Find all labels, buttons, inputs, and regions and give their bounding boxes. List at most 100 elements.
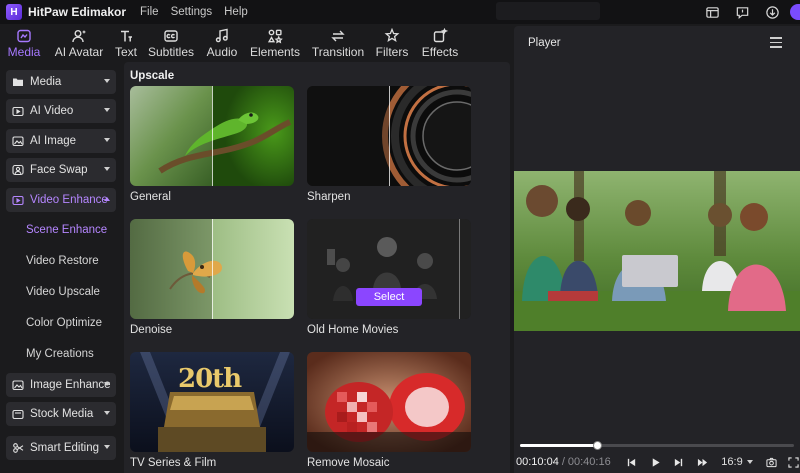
card-tv-series-film[interactable]: 20th TV Series & Film bbox=[130, 352, 294, 469]
card-label: General bbox=[130, 191, 171, 203]
card-label: Sharpen bbox=[307, 191, 351, 203]
ai-image-icon bbox=[11, 134, 25, 148]
app-title: HitPaw Edimakor bbox=[28, 5, 127, 19]
video-enhance-icon bbox=[11, 193, 25, 207]
tab-ai-avatar[interactable]: AI Avatar bbox=[48, 24, 110, 62]
folder-icon bbox=[11, 75, 25, 89]
chevron-up-icon bbox=[104, 197, 110, 201]
main-toolbar: Media AI Avatar Text Subtitles Audio Ele… bbox=[0, 24, 512, 62]
avatar-icon bbox=[72, 30, 86, 43]
card-denoise[interactable]: Denoise bbox=[130, 219, 294, 336]
player-panel: Player 00:10:04 / 00:40:16 16:9 bbox=[514, 26, 800, 473]
tab-subtitles[interactable]: Subtitles bbox=[142, 24, 200, 62]
card-label: TV Series & Film bbox=[130, 457, 217, 469]
enhance-panel: Upscale General Sharpen Denoise Select O… bbox=[124, 62, 510, 473]
card-label: Old Home Movies bbox=[307, 324, 399, 336]
play-icon[interactable] bbox=[648, 455, 662, 469]
sidebar-sub-scene-enhance[interactable]: Scene Enhance bbox=[26, 224, 107, 236]
total-time: 00:40:16 bbox=[567, 456, 611, 468]
sidebar-item-smart-editing[interactable]: Smart Editing bbox=[6, 436, 116, 460]
tab-elements[interactable]: Elements bbox=[244, 24, 306, 62]
fast-forward-icon[interactable] bbox=[696, 455, 710, 469]
chevron-down-icon bbox=[104, 411, 110, 415]
player-controls: 00:10:04 / 00:40:16 16:9 bbox=[514, 454, 800, 470]
hamburger-menu-icon[interactable] bbox=[770, 37, 782, 48]
card-label: Remove Mosaic bbox=[307, 457, 390, 469]
card-thumbnail bbox=[307, 352, 471, 452]
progress-fill bbox=[520, 444, 597, 447]
sidebar-sub-my-creations[interactable]: My Creations bbox=[26, 348, 94, 360]
feedback-icon[interactable] bbox=[730, 0, 754, 24]
download-icon[interactable] bbox=[760, 0, 784, 24]
time-separator: / bbox=[561, 456, 565, 468]
sidebar-item-media[interactable]: Media bbox=[6, 70, 116, 94]
text-icon bbox=[121, 30, 132, 42]
current-time: 00:10:04 bbox=[516, 456, 559, 468]
chevron-down-icon bbox=[104, 79, 110, 83]
player-title: Player bbox=[528, 37, 561, 49]
video-preview[interactable] bbox=[514, 171, 800, 331]
effects-icon bbox=[433, 28, 448, 43]
sidebar-item-ai-video[interactable]: AI Video bbox=[6, 99, 116, 123]
audio-icon bbox=[215, 28, 228, 43]
chevron-down-icon bbox=[104, 382, 110, 386]
card-general[interactable]: General bbox=[130, 86, 294, 203]
menu-settings[interactable]: Settings bbox=[171, 6, 213, 18]
card-sharpen[interactable]: Sharpen bbox=[307, 86, 471, 203]
smart-editing-icon bbox=[11, 441, 25, 455]
progress-handle[interactable] bbox=[592, 441, 602, 450]
media-icon bbox=[17, 29, 31, 43]
chevron-down-icon bbox=[104, 167, 110, 171]
sidebar-item-image-enhance[interactable]: Image Enhance bbox=[6, 373, 116, 397]
layout-icon[interactable] bbox=[700, 0, 724, 24]
sidebar-item-stock-media[interactable]: Stock Media bbox=[6, 402, 116, 426]
sidebar-sub-color-optimize[interactable]: Color Optimize bbox=[26, 317, 102, 329]
next-frame-icon[interactable] bbox=[672, 455, 686, 469]
subtitles-icon bbox=[164, 30, 178, 42]
thumbnail-text: 20th bbox=[178, 364, 242, 394]
tab-text[interactable]: Text bbox=[110, 24, 142, 62]
transition-icon bbox=[331, 30, 345, 42]
ai-video-icon bbox=[11, 104, 25, 118]
chevron-down-icon[interactable] bbox=[746, 460, 753, 464]
sidebar: Media AI Video AI Image Face Swap Video … bbox=[0, 62, 122, 473]
app-logo-icon: H bbox=[6, 4, 22, 20]
screenshot-icon[interactable] bbox=[765, 455, 779, 469]
sidebar-item-face-swap[interactable]: Face Swap bbox=[6, 158, 116, 182]
card-thumbnail bbox=[307, 86, 471, 186]
stock-media-icon bbox=[11, 407, 25, 421]
face-swap-icon bbox=[11, 163, 25, 177]
sidebar-item-video-enhance[interactable]: Video Enhance bbox=[6, 188, 116, 212]
card-label: Denoise bbox=[130, 324, 173, 336]
title-search-box[interactable] bbox=[496, 2, 600, 20]
title-bar: H HitPaw Edimakor File Settings Help bbox=[0, 0, 800, 24]
chevron-down-icon bbox=[104, 108, 110, 112]
sidebar-item-ai-image[interactable]: AI Image bbox=[6, 129, 116, 153]
tab-effects[interactable]: Effects bbox=[414, 24, 466, 62]
tab-media[interactable]: Media bbox=[0, 24, 48, 62]
tab-transition[interactable]: Transition bbox=[306, 24, 370, 62]
user-avatar[interactable] bbox=[790, 4, 800, 20]
tab-filters[interactable]: Filters bbox=[370, 24, 414, 62]
card-remove-mosaic[interactable]: Remove Mosaic bbox=[307, 352, 471, 469]
card-thumbnail bbox=[130, 219, 294, 319]
chevron-down-icon bbox=[104, 445, 110, 449]
progress-bar[interactable] bbox=[520, 441, 794, 450]
filters-icon bbox=[384, 28, 400, 42]
sidebar-sub-video-upscale[interactable]: Video Upscale bbox=[26, 286, 100, 298]
section-title: Upscale bbox=[130, 70, 175, 82]
menu-file[interactable]: File bbox=[140, 6, 159, 18]
card-thumbnail bbox=[130, 86, 294, 186]
menu-help[interactable]: Help bbox=[224, 6, 248, 18]
sidebar-sub-video-restore[interactable]: Video Restore bbox=[26, 255, 99, 267]
image-enhance-icon bbox=[11, 378, 25, 392]
prev-frame-icon[interactable] bbox=[625, 455, 639, 469]
card-old-home-movies[interactable]: Select Old Home Movies bbox=[307, 219, 471, 336]
select-button[interactable]: Select bbox=[356, 288, 422, 306]
aspect-ratio-select[interactable]: 16:9 bbox=[721, 456, 742, 468]
fullscreen-icon[interactable] bbox=[786, 455, 800, 469]
card-thumbnail: Select bbox=[307, 219, 471, 319]
chevron-down-icon bbox=[104, 138, 110, 142]
tab-audio[interactable]: Audio bbox=[200, 24, 244, 62]
card-thumbnail: 20th bbox=[130, 352, 294, 452]
